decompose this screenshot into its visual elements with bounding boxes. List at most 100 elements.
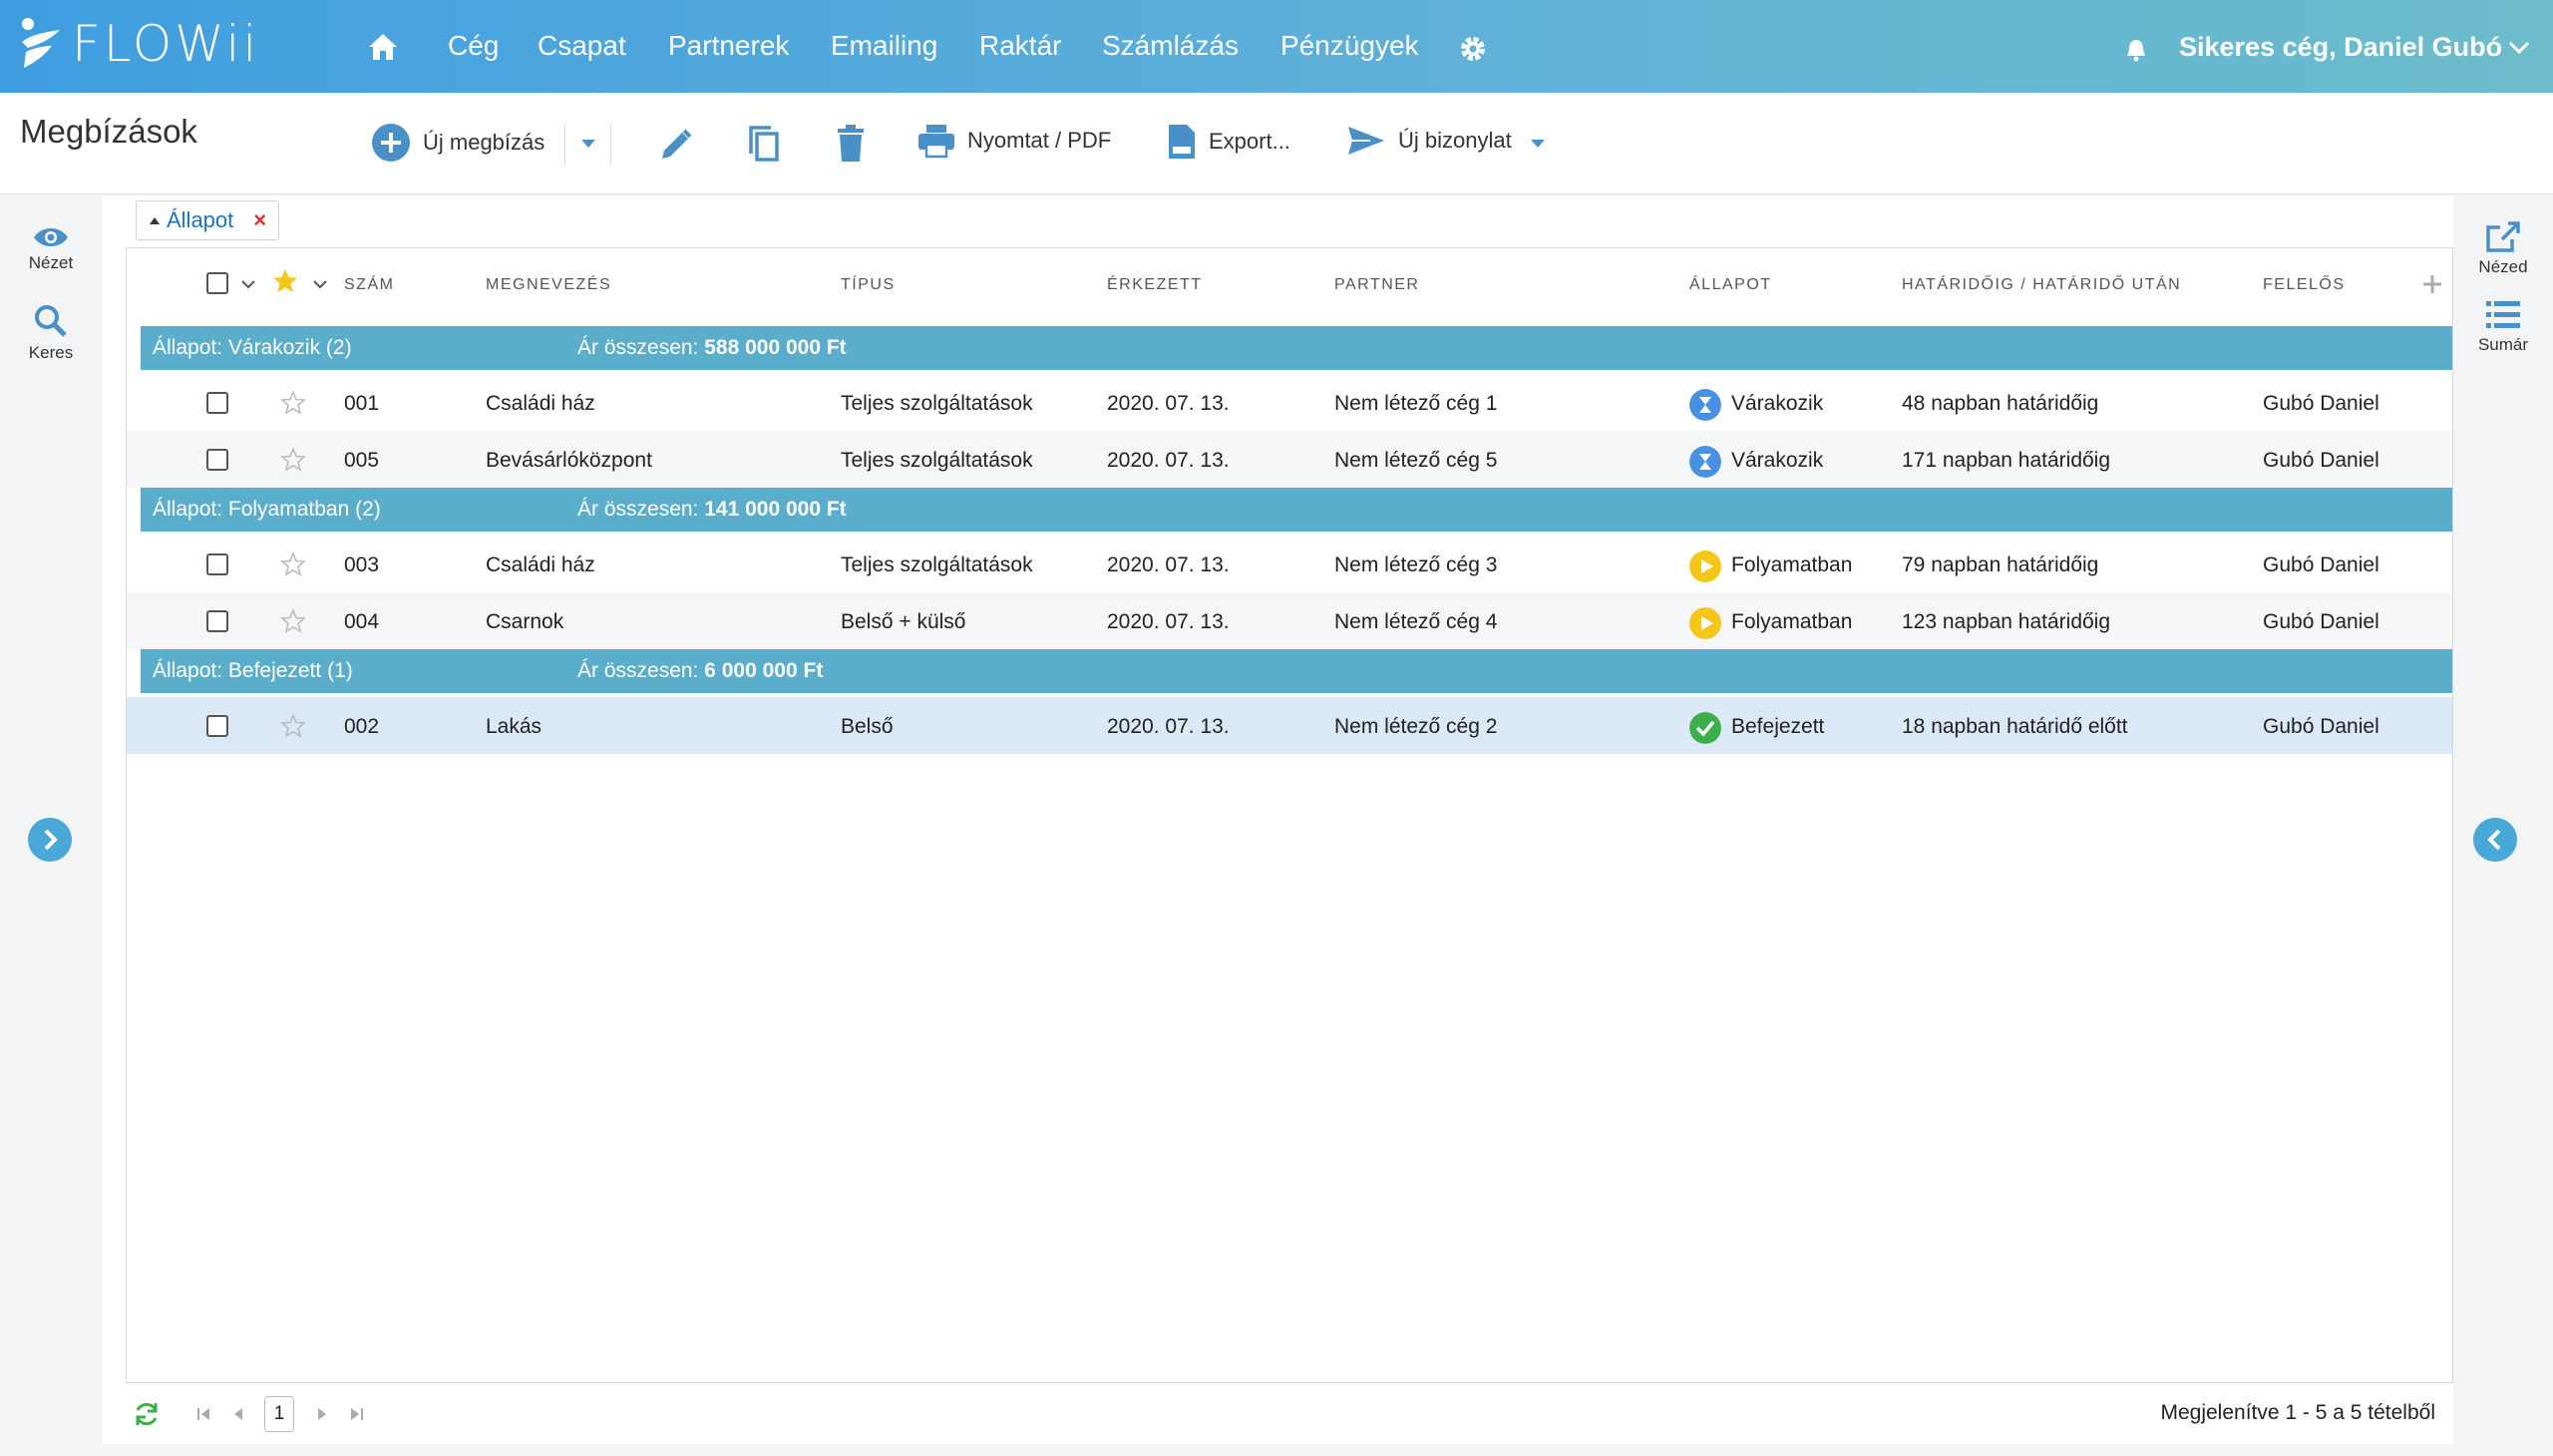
plus-circle-icon	[372, 124, 410, 162]
col-header-megnevezes[interactable]: MEGNEVEZÉS	[486, 276, 611, 294]
cell-deadline: 48 napban határidőig	[1902, 392, 2099, 415]
nav-szamlazas[interactable]: Számlázás	[1102, 30, 1239, 62]
group-sum-label: Ár összesen:	[577, 659, 699, 682]
table-row[interactable]: 003 Családi ház Teljes szolgáltatások 20…	[127, 536, 2452, 592]
new-document-dropdown-icon[interactable]	[1528, 137, 1548, 151]
refresh-icon[interactable]	[132, 1400, 162, 1428]
chevron-down-icon[interactable]	[2507, 38, 2531, 56]
left-sidebar: Nézet Keres	[0, 195, 102, 1456]
cell-name: Családi ház	[486, 392, 595, 415]
nav-ceg[interactable]: Cég	[448, 30, 499, 62]
open-view-button[interactable]: Nézed	[2453, 219, 2553, 277]
cell-partner: Nem létező cég 5	[1334, 449, 1498, 472]
cell-type: Belső	[841, 715, 894, 738]
nav-emailing[interactable]: Emailing	[831, 30, 937, 62]
search-button[interactable]: Keres	[0, 303, 102, 363]
group-sum: Ár összesen: 588 000 000 Ft	[577, 336, 847, 360]
nav-penzugyek[interactable]: Pénzügyek	[1280, 30, 1419, 62]
group-header-folyamatban[interactable]: Állapot: Folyamatban (2) Ár összesen: 14…	[141, 488, 2452, 532]
col-header-felelos[interactable]: FELELŐS	[2263, 276, 2346, 294]
cell-owner: Gubó Daniel	[2263, 553, 2379, 576]
export-label: Export...	[1209, 129, 1290, 154]
nav-csapat[interactable]: Csapat	[538, 30, 626, 62]
row-checkbox[interactable]	[206, 610, 228, 632]
table-row[interactable]: 001 Családi ház Teljes szolgáltatások 20…	[127, 374, 2452, 431]
col-header-szam[interactable]: SZÁM	[344, 276, 394, 294]
first-page-icon[interactable]	[195, 1404, 213, 1424]
prev-page-icon[interactable]	[229, 1404, 247, 1424]
expand-left-panel-button[interactable]	[28, 818, 72, 862]
cell-name: Lakás	[486, 715, 543, 738]
select-all-checkbox[interactable]	[206, 272, 228, 294]
group-header-varakozik[interactable]: Állapot: Várakozik (2) Ár összesen: 588 …	[141, 326, 2452, 370]
cell-num: 005	[344, 449, 380, 472]
collapse-right-panel-button[interactable]	[2473, 818, 2517, 862]
new-order-dropdown-icon[interactable]	[578, 137, 598, 151]
user-account-menu[interactable]: Sikeres cég, Daniel Gubó	[2179, 32, 2502, 63]
delete-trash-icon[interactable]	[836, 125, 866, 163]
cell-date: 2020. 07. 13.	[1107, 553, 1230, 576]
star-outline-icon[interactable]	[280, 713, 306, 739]
gear-icon[interactable]	[1458, 34, 1488, 64]
nav-raktar[interactable]: Raktár	[979, 30, 1061, 62]
edit-pencil-icon[interactable]	[658, 127, 694, 163]
remove-filter-icon[interactable]: ×	[253, 207, 266, 233]
col-header-allapot[interactable]: ÁLLAPOT	[1689, 276, 1772, 294]
star-filled-icon[interactable]	[272, 268, 298, 294]
bell-icon[interactable]	[2125, 38, 2147, 62]
cell-status: Várakozik	[1731, 449, 1824, 472]
table-row[interactable]: 004 Csarnok Belső + külső 2020. 07. 13. …	[127, 592, 2452, 649]
export-button[interactable]: Export...	[1167, 123, 1290, 161]
chevron-down-icon[interactable]	[240, 278, 256, 290]
filter-chip-allapot[interactable]: Állapot ×	[136, 200, 280, 240]
cell-owner: Gubó Daniel	[2263, 392, 2379, 415]
chevron-down-icon[interactable]	[312, 278, 328, 290]
print-pdf-button[interactable]: Nyomtat / PDF	[917, 123, 1111, 159]
page-number-input[interactable]: 1	[264, 1396, 294, 1432]
star-outline-icon[interactable]	[280, 447, 306, 473]
copy-icon[interactable]	[746, 125, 782, 163]
cell-partner: Nem létező cég 1	[1334, 392, 1498, 415]
cell-deadline: 123 napban határidőig	[1902, 610, 2111, 633]
new-document-button[interactable]: Új bizonylat	[1346, 123, 1512, 159]
col-header-erkezett[interactable]: ÉRKEZETT	[1107, 276, 1203, 294]
add-column-icon[interactable]	[2420, 272, 2444, 296]
row-checkbox[interactable]	[206, 553, 228, 575]
nav-partnerek[interactable]: Partnerek	[668, 30, 789, 62]
group-title: Állapot: Befejezett (1)	[153, 659, 353, 682]
action-toolbar: Megbízások Új megbízás Nyomtat / PDF Exp…	[0, 93, 2553, 194]
table-row[interactable]: 002 Lakás Belső 2020. 07. 13. Nem létező…	[127, 697, 2452, 754]
view-button[interactable]: Nézet	[0, 225, 102, 273]
new-order-button[interactable]: Új megbízás	[371, 123, 545, 163]
group-sum-label: Ár összesen:	[577, 336, 699, 359]
check-circle-icon	[1689, 712, 1721, 744]
group-title: Állapot: Várakozik (2)	[153, 336, 352, 359]
summary-button[interactable]: Sumár	[2453, 299, 2553, 355]
home-icon[interactable]	[367, 32, 399, 62]
col-header-partner[interactable]: PARTNER	[1334, 276, 1419, 294]
page-title: Megbízások	[20, 113, 197, 150]
sort-asc-icon	[150, 217, 160, 224]
star-outline-icon[interactable]	[280, 608, 306, 634]
row-checkbox[interactable]	[206, 392, 228, 414]
table-row[interactable]: 005 Bevásárlóközpont Teljes szolgáltatás…	[127, 431, 2452, 488]
flowii-logo[interactable]: FLOWii	[18, 14, 259, 74]
star-outline-icon[interactable]	[280, 551, 306, 577]
group-title: Állapot: Folyamatban (2)	[153, 498, 381, 521]
group-header-befejezett[interactable]: Állapot: Befejezett (1) Ár összesen: 6 0…	[141, 649, 2452, 693]
eye-icon	[34, 228, 68, 246]
hourglass-icon	[1689, 389, 1721, 421]
next-page-icon[interactable]	[313, 1404, 331, 1424]
col-header-tipus[interactable]: TÍPUS	[841, 276, 896, 294]
row-checkbox[interactable]	[206, 715, 228, 737]
divider	[610, 125, 611, 165]
summary-label: Sumár	[2477, 335, 2529, 354]
new-order-label: Új megbízás	[423, 130, 546, 155]
pagination-info: Megjelenítve 1 - 5 a 5 tételből	[2160, 1401, 2435, 1424]
cell-date: 2020. 07. 13.	[1107, 715, 1230, 738]
row-checkbox[interactable]	[206, 449, 228, 471]
star-outline-icon[interactable]	[280, 390, 306, 416]
col-header-hataridoig[interactable]: HATÁRIDŐIG / HATÁRIDŐ UTÁN	[1902, 276, 2181, 294]
chevron-left-icon	[2487, 829, 2501, 851]
last-page-icon[interactable]	[347, 1404, 365, 1424]
